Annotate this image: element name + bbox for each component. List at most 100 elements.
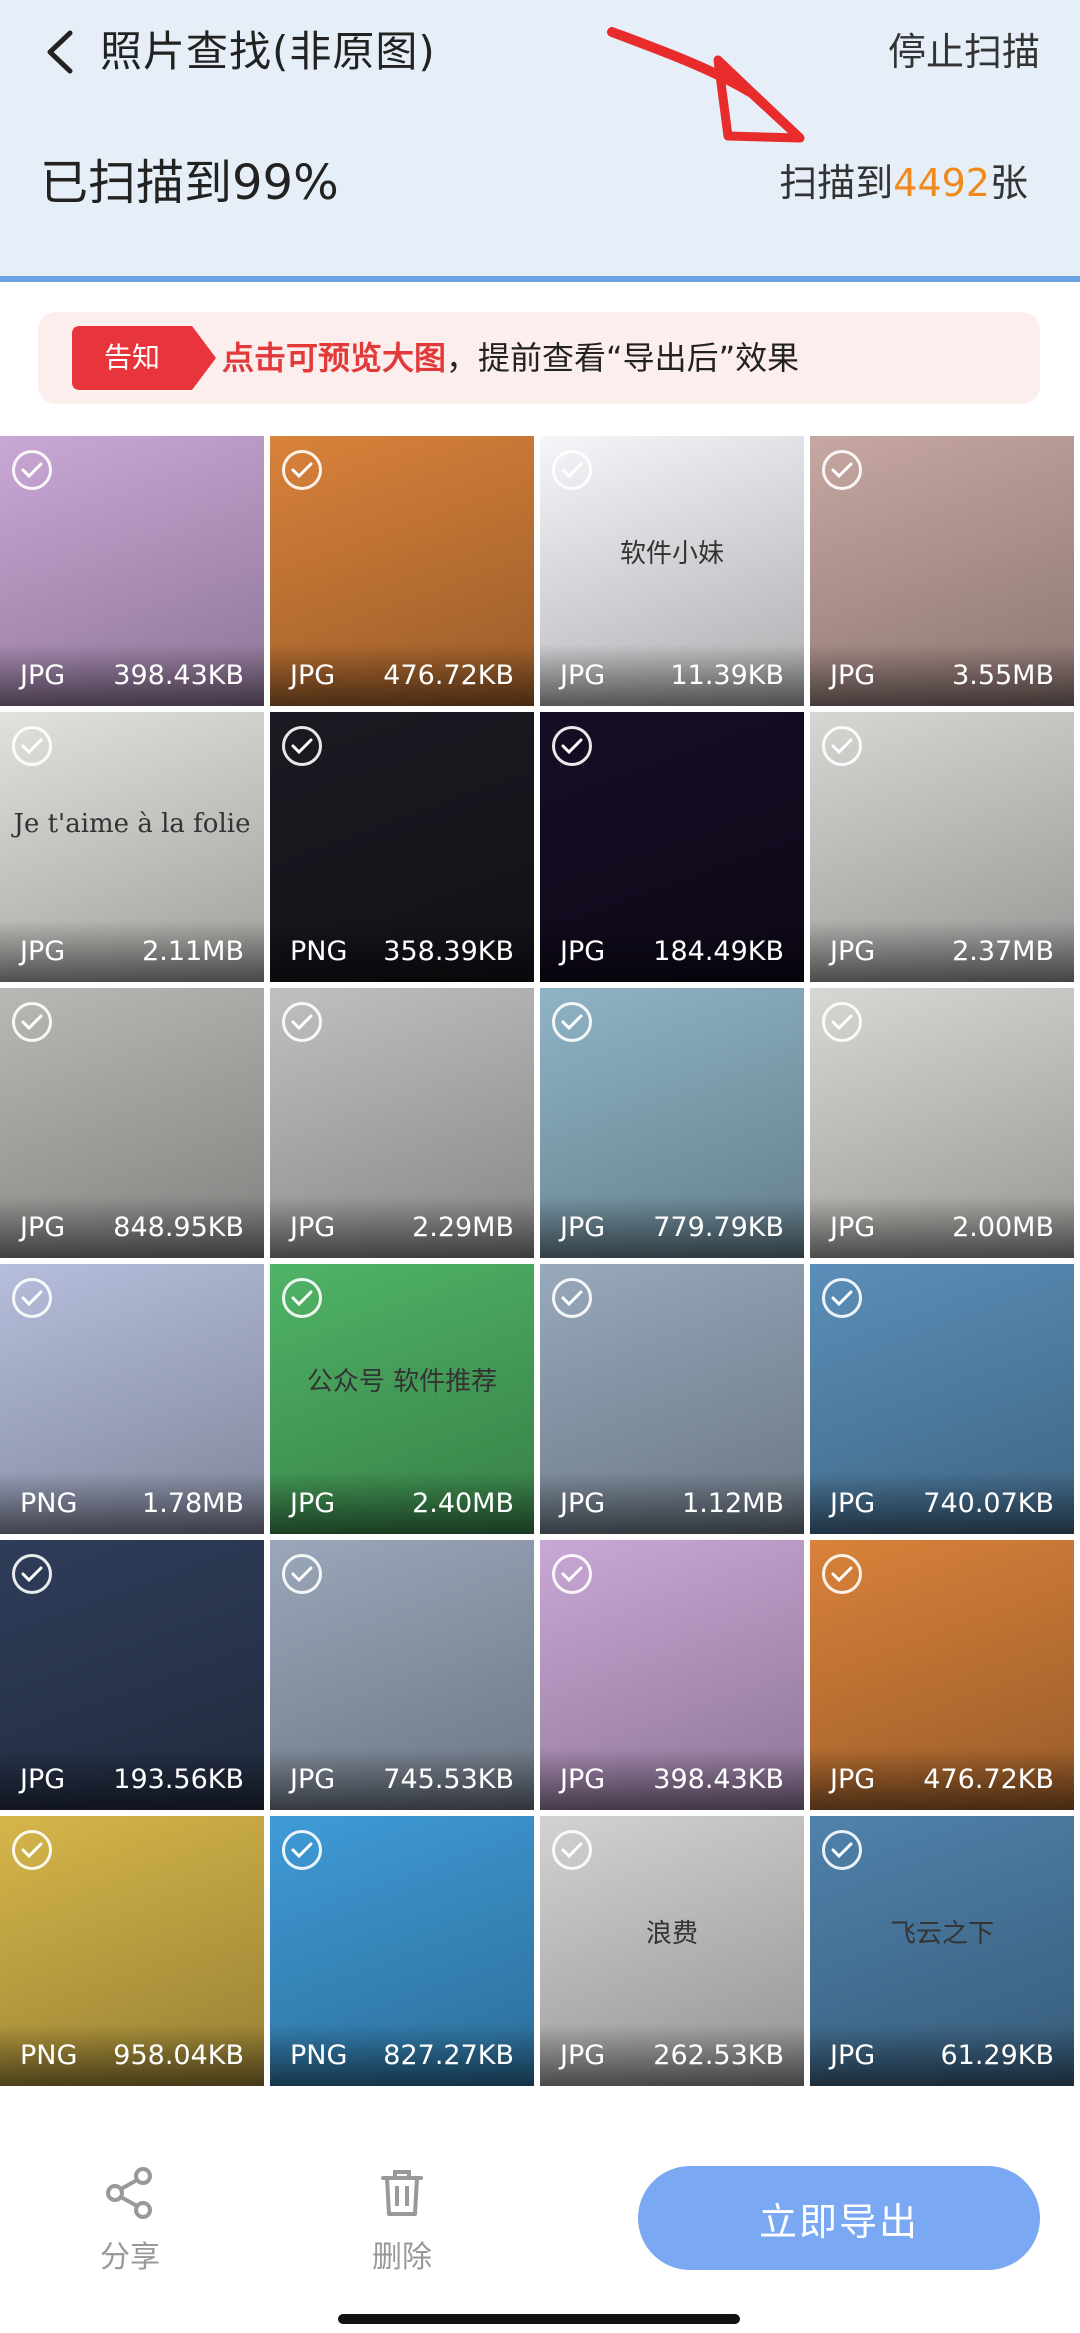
check-icon xyxy=(831,462,853,478)
photo-tile[interactable]: JPG 2.29MB xyxy=(270,988,534,1258)
photo-format: JPG xyxy=(560,1763,606,1795)
photo-size: 827.27KB xyxy=(383,2039,514,2071)
photo-tile[interactable]: JPG 3.55MB xyxy=(810,436,1074,706)
photo-tile[interactable]: JPG 193.56KB xyxy=(0,1540,264,1810)
photo-format: JPG xyxy=(830,1763,876,1795)
photo-tile[interactable]: 软件小妹 JPG 11.39KB xyxy=(540,436,804,706)
photo-tile[interactable]: PNG 827.27KB xyxy=(270,1816,534,2086)
home-indicator xyxy=(338,2314,740,2324)
photo-size: 61.29KB xyxy=(940,2039,1054,2071)
export-now-button[interactable]: 立即导出 xyxy=(638,2166,1040,2270)
select-checkbox[interactable] xyxy=(822,726,862,766)
photo-tile[interactable]: JPG 745.53KB xyxy=(270,1540,534,1810)
photo-size: 476.72KB xyxy=(383,659,514,691)
photo-info: PNG 958.04KB xyxy=(0,2024,264,2086)
scan-count-suffix: 张 xyxy=(989,161,1028,205)
photo-format: JPG xyxy=(560,659,606,691)
select-checkbox[interactable] xyxy=(552,1830,592,1870)
select-checkbox[interactable] xyxy=(552,1002,592,1042)
photo-tile[interactable]: PNG 958.04KB xyxy=(0,1816,264,2086)
photo-format: PNG xyxy=(290,935,348,967)
photo-format: JPG xyxy=(20,1763,66,1795)
photo-size: 3.55MB xyxy=(952,659,1054,691)
select-checkbox[interactable] xyxy=(282,726,322,766)
photo-info: JPG 476.72KB xyxy=(810,1748,1074,1810)
photo-tile[interactable]: JPG 398.43KB xyxy=(0,436,264,706)
photo-tile[interactable]: JPG 779.79KB xyxy=(540,988,804,1258)
select-checkbox[interactable] xyxy=(822,1002,862,1042)
chevron-left-icon xyxy=(47,30,73,74)
scan-progress-text: 已扫描到99% xyxy=(40,155,339,211)
photo-info: JPG 1.12MB xyxy=(540,1472,804,1534)
photo-tile[interactable]: 飞云之下 JPG 61.29KB xyxy=(810,1816,1074,2086)
photo-format: JPG xyxy=(20,659,66,691)
photo-tile[interactable]: JPG 1.12MB xyxy=(540,1264,804,1534)
photo-tile[interactable]: PNG 358.39KB xyxy=(270,712,534,982)
notice-tag-label: 告知 xyxy=(103,341,160,374)
select-checkbox[interactable] xyxy=(12,1002,52,1042)
delete-button[interactable]: 删除 xyxy=(352,2166,452,2276)
trash-icon xyxy=(381,2170,423,2216)
select-checkbox[interactable] xyxy=(282,1002,322,1042)
check-icon xyxy=(291,462,313,478)
photo-caption: Je t'aime à la folie xyxy=(13,809,251,840)
select-checkbox[interactable] xyxy=(12,726,52,766)
photo-tile[interactable]: PNG 1.78MB xyxy=(0,1264,264,1534)
photo-info: JPG 61.29KB xyxy=(810,2024,1074,2086)
photo-size: 1.78MB xyxy=(142,1487,244,1519)
photo-size: 398.43KB xyxy=(653,1763,784,1795)
photo-caption: 公众号 软件推荐 xyxy=(306,1367,498,1398)
photo-tile[interactable]: JPG 398.43KB xyxy=(540,1540,804,1810)
select-checkbox[interactable] xyxy=(12,1278,52,1318)
select-checkbox[interactable] xyxy=(282,1830,322,1870)
photo-tile[interactable]: 公众号 软件推荐 JPG 2.40MB xyxy=(270,1264,534,1534)
photo-info: JPG 3.55MB xyxy=(810,644,1074,706)
photo-tile[interactable]: JPG 2.37MB xyxy=(810,712,1074,982)
photo-size: 2.37MB xyxy=(952,935,1054,967)
select-checkbox[interactable] xyxy=(552,1278,592,1318)
photo-tile[interactable]: 浪费 JPG 262.53KB xyxy=(540,1816,804,2086)
photo-tile[interactable]: JPG 740.07KB xyxy=(810,1264,1074,1534)
select-checkbox[interactable] xyxy=(282,450,322,490)
select-checkbox[interactable] xyxy=(12,1830,52,1870)
photo-tile[interactable]: JPG 476.72KB xyxy=(810,1540,1074,1810)
scan-count: 扫描到4492张 xyxy=(779,150,1028,216)
photo-tile[interactable]: JPG 848.95KB xyxy=(0,988,264,1258)
check-icon xyxy=(21,1842,43,1858)
check-icon xyxy=(561,462,583,478)
select-checkbox[interactable] xyxy=(822,1830,862,1870)
photo-tile[interactable]: JPG 476.72KB xyxy=(270,436,534,706)
select-checkbox[interactable] xyxy=(552,726,592,766)
photo-format: JPG xyxy=(560,1487,606,1519)
share-button[interactable]: 分享 xyxy=(80,2166,180,2276)
check-icon xyxy=(831,1566,853,1582)
select-checkbox[interactable] xyxy=(12,450,52,490)
select-checkbox[interactable] xyxy=(822,450,862,490)
photo-info: PNG 358.39KB xyxy=(270,920,534,982)
photo-tile[interactable]: JPG 2.00MB xyxy=(810,988,1074,1258)
photo-format: JPG xyxy=(830,2039,876,2071)
back-button[interactable] xyxy=(34,22,84,82)
photo-tile[interactable]: JPG 184.49KB xyxy=(540,712,804,982)
check-icon xyxy=(561,1014,583,1030)
select-checkbox[interactable] xyxy=(12,1554,52,1594)
photo-size: 779.79KB xyxy=(653,1211,784,1243)
select-checkbox[interactable] xyxy=(282,1554,322,1594)
photo-format: JPG xyxy=(830,1487,876,1519)
check-icon xyxy=(21,1290,43,1306)
select-checkbox[interactable] xyxy=(552,450,592,490)
select-checkbox[interactable] xyxy=(552,1554,592,1594)
photo-info: JPG 398.43KB xyxy=(540,1748,804,1810)
photo-tile[interactable]: Je t'aime à la folie JPG 2.11MB xyxy=(0,712,264,982)
select-checkbox[interactable] xyxy=(282,1278,322,1318)
scan-count-value: 4492 xyxy=(893,161,990,205)
header-divider xyxy=(0,276,1080,282)
select-checkbox[interactable] xyxy=(822,1278,862,1318)
photo-format: JPG xyxy=(20,1211,66,1243)
check-icon xyxy=(831,738,853,754)
check-icon xyxy=(561,738,583,754)
photo-caption: 飞云之下 xyxy=(889,1919,994,1950)
select-checkbox[interactable] xyxy=(822,1554,862,1594)
page-title: 照片查找(非原图) xyxy=(100,27,436,76)
stop-scan-button[interactable]: 停止扫描 xyxy=(888,22,1040,82)
